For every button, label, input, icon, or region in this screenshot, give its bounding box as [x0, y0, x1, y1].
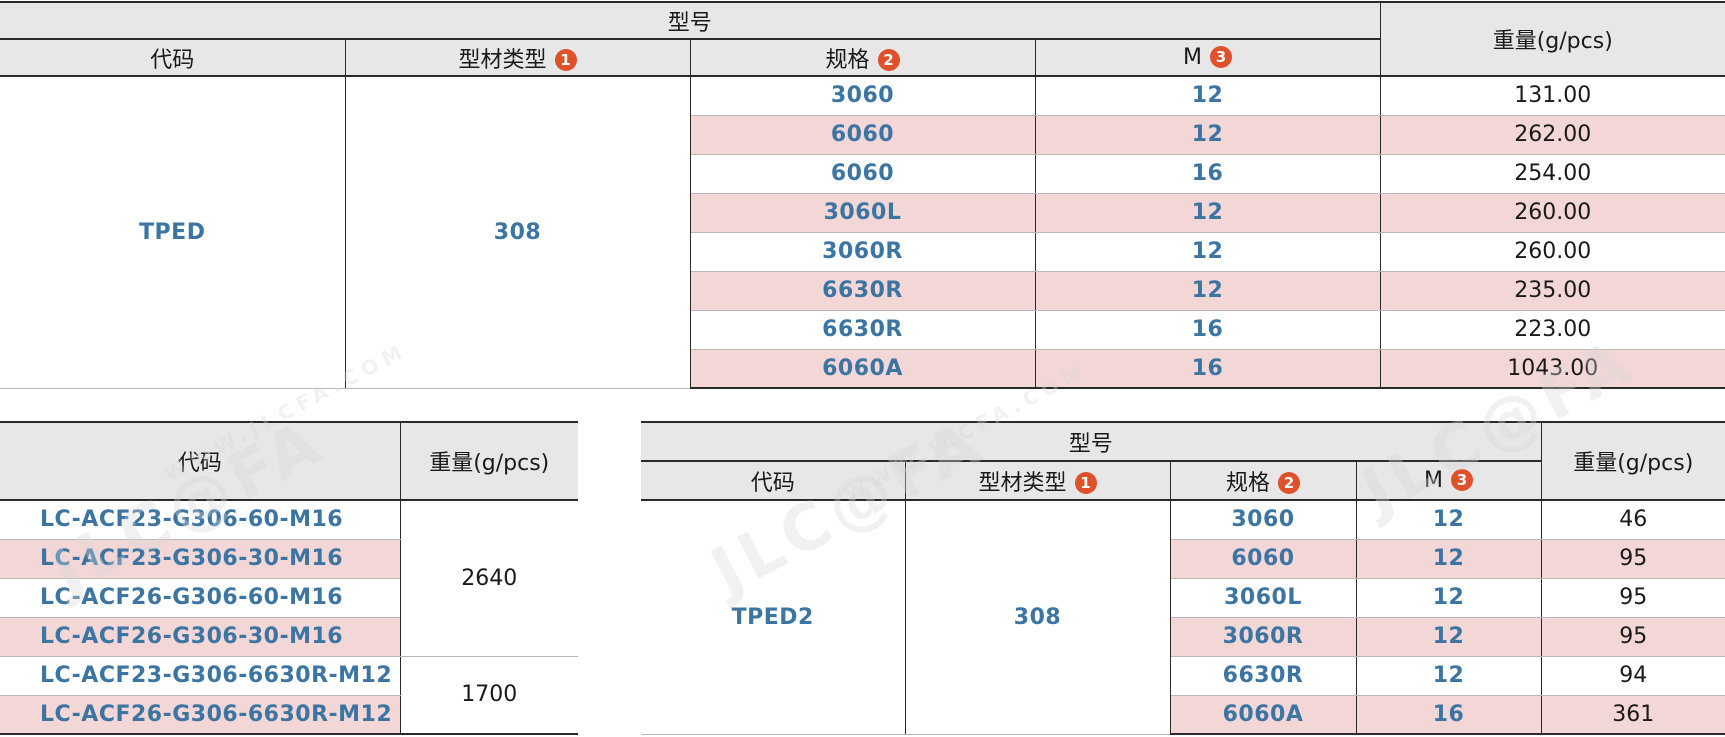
code-header: 代码 — [641, 460, 906, 501]
weight-cell: 95 — [1540, 538, 1725, 579]
part-code-cell: LC-ACF26-G306-6630R-M12 — [0, 694, 401, 735]
spec-table-tped: 型号 重量(g/pcs) 代码 型材类型 1 规格 2 M3 TPED 308 30… — [0, 1, 1725, 389]
weight-header: 重量(g/pcs) — [399, 421, 578, 501]
spec-header: 规格 2 — [689, 38, 1036, 77]
footnote-badge-2: 2 — [877, 48, 900, 71]
weight-cell: 1043.00 — [1379, 348, 1725, 389]
weight-cell: 254.00 — [1379, 153, 1725, 194]
m-cell: 12 — [1355, 499, 1542, 540]
material-type-cell: 308 — [904, 499, 1171, 735]
m-cell: 16 — [1034, 309, 1381, 350]
footnote-badge-2: 2 — [1278, 471, 1300, 494]
weight-cell: 131.00 — [1379, 75, 1725, 116]
weight-cell: 2640 — [399, 499, 578, 657]
weight-header: 重量(g/pcs) — [1540, 421, 1725, 501]
m-cell: 16 — [1355, 694, 1542, 735]
part-code-cell: LC-ACF23-G306-60-M16 — [0, 499, 401, 540]
spec-cell: 3060L — [1169, 577, 1357, 618]
accessory-code-table: 代码 重量(g/pcs) LC-ACF23-G306-60-M16 2640 L… — [0, 421, 578, 735]
spec-header: 规格 2 — [1169, 460, 1357, 501]
m-cell: 12 — [1034, 231, 1381, 272]
footnote-badge-1: 1 — [554, 48, 577, 71]
footnote-badge-1: 1 — [1074, 471, 1097, 494]
spec-cell: 3060R — [689, 231, 1036, 272]
spec-cell: 3060 — [1169, 499, 1357, 540]
m-header: M3 — [1355, 460, 1542, 501]
weight-cell: 94 — [1540, 655, 1725, 696]
weight-cell: 262.00 — [1379, 114, 1725, 155]
code-header: 代码 — [0, 421, 401, 501]
footnote-badge-3: 3 — [1210, 46, 1232, 68]
spec-cell: 6630R — [689, 309, 1036, 350]
spec-table-tped2: 型号 重量(g/pcs) 代码 型材类型 1 规格 2 M3 TPED2 308 3… — [641, 421, 1725, 735]
m-cell: 12 — [1034, 270, 1381, 311]
m-cell: 16 — [1034, 153, 1381, 194]
weight-header: 重量(g/pcs) — [1379, 1, 1725, 77]
part-code-cell: LC-ACF26-G306-60-M16 — [0, 577, 401, 618]
weight-cell: 46 — [1540, 499, 1725, 540]
spec-cell: 6060 — [689, 153, 1036, 194]
m-cell: 12 — [1355, 616, 1542, 657]
weight-cell: 260.00 — [1379, 231, 1725, 272]
spec-cell: 6060A — [689, 348, 1036, 389]
footnote-badge-3: 3 — [1451, 469, 1473, 491]
weight-cell: 361 — [1540, 694, 1725, 735]
spec-cell: 3060 — [689, 75, 1036, 116]
material-type-cell: 308 — [344, 75, 691, 389]
code-header: 代码 — [0, 38, 346, 77]
m-cell: 12 — [1034, 114, 1381, 155]
m-header: M3 — [1034, 38, 1381, 77]
m-cell: 12 — [1355, 655, 1542, 696]
spec-cell: 3060L — [689, 192, 1036, 233]
spec-cell: 6060A — [1169, 694, 1357, 735]
part-code-cell: LC-ACF26-G306-30-M16 — [0, 616, 401, 657]
spec-cell: 6630R — [689, 270, 1036, 311]
m-cell: 16 — [1034, 348, 1381, 389]
material-type-header: 型材类型 1 — [344, 38, 691, 77]
m-cell: 12 — [1355, 538, 1542, 579]
weight-cell: 1700 — [399, 655, 578, 735]
code-cell: TPED — [0, 75, 346, 389]
m-cell: 12 — [1034, 192, 1381, 233]
part-code-cell: LC-ACF23-G306-30-M16 — [0, 538, 401, 579]
weight-cell: 260.00 — [1379, 192, 1725, 233]
spec-cell: 6060 — [689, 114, 1036, 155]
weight-cell: 95 — [1540, 577, 1725, 618]
weight-cell: 235.00 — [1379, 270, 1725, 311]
spec-cell: 6060 — [1169, 538, 1357, 579]
code-cell: TPED2 — [641, 499, 906, 735]
spec-cell: 3060R — [1169, 616, 1357, 657]
m-cell: 12 — [1034, 75, 1381, 116]
spec-cell: 6630R — [1169, 655, 1357, 696]
material-type-header: 型材类型 1 — [904, 460, 1171, 501]
part-code-cell: LC-ACF23-G306-6630R-M12 — [0, 655, 401, 696]
model-group-header: 型号 — [641, 421, 1542, 462]
weight-cell: 223.00 — [1379, 309, 1725, 350]
weight-cell: 95 — [1540, 616, 1725, 657]
model-group-header: 型号 — [0, 1, 1381, 40]
m-cell: 12 — [1355, 577, 1542, 618]
